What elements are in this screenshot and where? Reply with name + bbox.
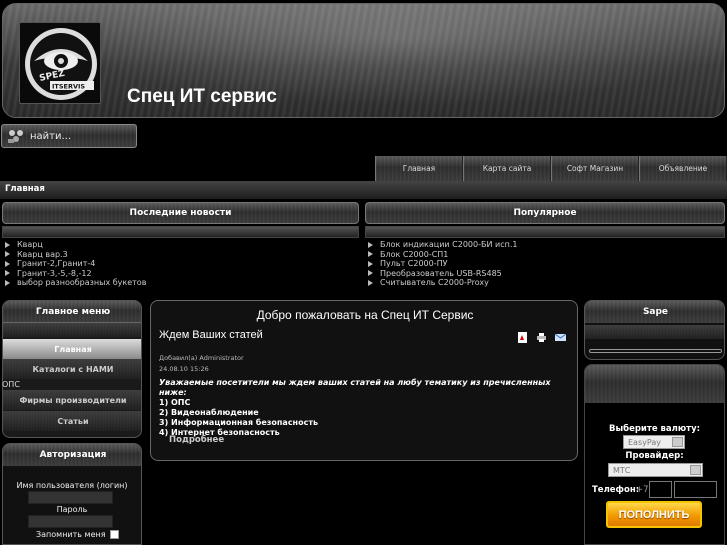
main-content: Добро пожаловать на Спец ИТ Сервис Ждем … bbox=[150, 300, 578, 461]
currency-label: Выберите валюту: bbox=[608, 424, 701, 434]
payment-header bbox=[585, 365, 724, 403]
breadcrumb-bar: Главная bbox=[0, 181, 727, 199]
arrow-bullet-icon bbox=[5, 270, 10, 277]
page-title: Добро пожаловать на Спец ИТ Сервис bbox=[256, 308, 474, 322]
phone-label: Телефон: bbox=[592, 485, 640, 495]
list-item: 1) ОПС bbox=[159, 398, 191, 407]
search-box[interactable] bbox=[1, 124, 137, 148]
top-navigation: Главная Карта сайта Софт Магазин Объявле… bbox=[375, 156, 727, 181]
print-icon[interactable] bbox=[536, 332, 547, 343]
list-item[interactable]: Гранит-3,-5,-8,-12 bbox=[5, 269, 146, 279]
sape-divider bbox=[585, 325, 724, 339]
dropdown-arrow-icon bbox=[690, 465, 701, 475]
article-intro: Уважаемые посетители мы ждем ваших стате… bbox=[159, 378, 551, 397]
top-up-button[interactable]: ПОПОЛНИТЬ bbox=[606, 501, 702, 528]
list-item[interactable]: Гранит-2,Гранит-4 bbox=[5, 259, 146, 269]
latest-news-divider bbox=[2, 226, 359, 238]
search-input[interactable] bbox=[30, 130, 130, 142]
site-logo[interactable]: SPEZ ITSERVIS bbox=[19, 22, 101, 104]
pdf-icon[interactable] bbox=[517, 332, 528, 343]
breadcrumb[interactable]: Главная bbox=[5, 184, 45, 194]
list-item[interactable]: Кварц bbox=[5, 240, 146, 250]
username-input[interactable] bbox=[28, 491, 113, 504]
nav-home[interactable]: Главная bbox=[375, 156, 463, 181]
arrow-bullet-icon bbox=[368, 279, 373, 286]
phone-code-input[interactable] bbox=[649, 481, 672, 498]
currency-select[interactable]: EasyPay bbox=[623, 435, 685, 449]
list-item[interactable]: Преобразователь USB-RS485 bbox=[368, 269, 517, 279]
arrow-bullet-icon bbox=[5, 241, 10, 248]
list-item[interactable]: Кварц вар.3 bbox=[5, 250, 146, 260]
site-title: Спец ИТ сервис bbox=[127, 86, 277, 107]
arrow-bullet-icon bbox=[368, 241, 373, 248]
password-label: Пароль bbox=[56, 505, 88, 514]
nav-sitemap[interactable]: Карта сайта bbox=[463, 156, 551, 181]
site-header: SPEZ ITSERVIS Спец ИТ сервис bbox=[2, 3, 725, 118]
sape-panel: Sape bbox=[584, 300, 725, 360]
menu-stray-label[interactable]: ОПС bbox=[2, 380, 20, 389]
arrow-bullet-icon bbox=[5, 260, 10, 267]
article-date: 24.08.10 15:26 bbox=[159, 365, 209, 373]
nav-soft-shop[interactable]: Софт Магазин bbox=[551, 156, 639, 181]
provider-label: Провайдер: bbox=[625, 451, 684, 461]
menu-item-catalogs[interactable]: Каталоги с НАМИ bbox=[3, 359, 141, 379]
menu-item-home[interactable]: Главная bbox=[3, 339, 141, 359]
arrow-bullet-icon bbox=[5, 251, 10, 258]
arrow-bullet-icon bbox=[368, 251, 373, 258]
phone-prefix: +7 bbox=[636, 485, 649, 495]
main-menu-title: Главное меню bbox=[3, 301, 141, 323]
list-item[interactable]: Блок индикации С2000-БИ исп.1 bbox=[368, 240, 517, 250]
article-title[interactable]: Ждем Ваших статей bbox=[159, 329, 263, 341]
list-item[interactable]: Считыватель С2000-Proxy bbox=[368, 278, 517, 288]
search-icon bbox=[8, 130, 23, 143]
login-title: Авторизация bbox=[3, 444, 141, 466]
remember-me-label: Запомнить меня bbox=[36, 530, 106, 539]
list-item: 2) Видеонаблюдение bbox=[159, 408, 259, 417]
phone-number-input[interactable] bbox=[674, 481, 717, 498]
list-item[interactable]: Пульт С2000-ПУ bbox=[368, 259, 517, 269]
dropdown-arrow-icon bbox=[672, 437, 683, 447]
latest-news-list: Кварц Кварц вар.3 Гранит-2,Гранит-4 Гран… bbox=[5, 240, 146, 288]
password-input[interactable] bbox=[28, 515, 113, 528]
sape-bar bbox=[589, 349, 722, 353]
popular-divider bbox=[365, 226, 725, 238]
sape-title: Sape bbox=[585, 301, 724, 323]
username-label: Имя пользователя (логин) bbox=[16, 481, 128, 490]
email-icon[interactable] bbox=[555, 332, 566, 343]
menu-item-manufacturers[interactable]: Фирмы производители bbox=[3, 390, 141, 410]
popular-list: Блок индикации С2000-БИ исп.1 Блок С2000… bbox=[368, 240, 517, 288]
article-author: Добавил(а) Administrator bbox=[159, 354, 244, 362]
popular-title: Популярное bbox=[365, 202, 725, 224]
eye-logo-icon: SPEZ ITSERVIS bbox=[25, 28, 97, 100]
arrow-bullet-icon bbox=[5, 279, 10, 286]
nav-announcements[interactable]: Объявление bbox=[639, 156, 727, 181]
list-item[interactable]: Блок С2000-СП1 bbox=[368, 250, 517, 260]
arrow-bullet-icon bbox=[368, 260, 373, 267]
read-more-link[interactable]: Подробнее bbox=[169, 435, 224, 445]
list-item: 3) Информационная безопасность bbox=[159, 418, 319, 427]
main-menu-divider bbox=[3, 323, 141, 337]
article-body: Уважаемые посетители мы ждем ваших стате… bbox=[159, 378, 569, 438]
remember-me-row: Запомнить меня bbox=[36, 530, 119, 539]
main-menu: Главное меню Главная Каталоги с НАМИ Фир… bbox=[2, 300, 142, 438]
menu-item-articles[interactable]: Статьи bbox=[3, 411, 141, 431]
provider-select[interactable]: МТС bbox=[608, 463, 703, 477]
latest-news-title: Последние новости bbox=[2, 202, 359, 224]
svg-text:ITSERVIS: ITSERVIS bbox=[52, 83, 85, 91]
remember-me-checkbox[interactable] bbox=[109, 530, 119, 539]
list-item[interactable]: выбор разнообразных букетов bbox=[5, 278, 146, 288]
arrow-bullet-icon bbox=[368, 270, 373, 277]
